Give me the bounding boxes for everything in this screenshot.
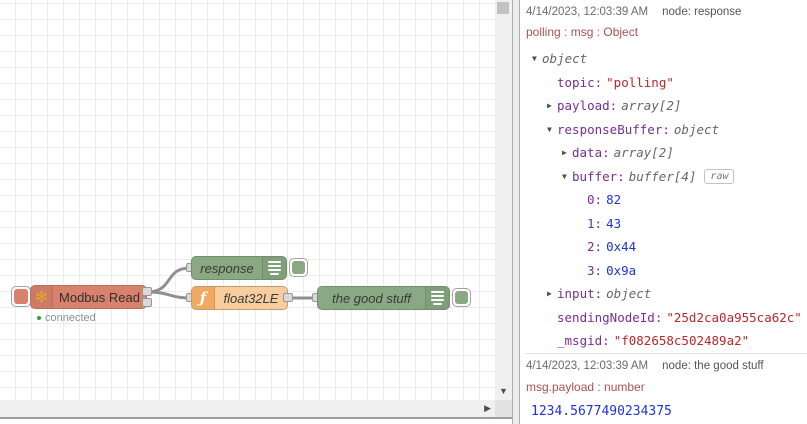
canvas-horizontal-scrollbar[interactable]: ▶ <box>0 400 495 417</box>
response-debug-toggle-button[interactable] <box>289 258 308 277</box>
debug-tree-row: 3: 0x9a <box>525 259 807 283</box>
tree-value: object <box>673 121 720 137</box>
status-ring-icon <box>37 316 41 320</box>
scrollbar-corner <box>495 400 512 417</box>
expander-down-icon[interactable]: ▼ <box>562 172 572 181</box>
tree-key: input: <box>557 286 603 302</box>
modbus-output-port-1[interactable] <box>142 287 152 296</box>
node-label-response: response <box>200 260 254 276</box>
scroll-right-arrow-icon[interactable]: ▶ <box>484 404 491 413</box>
tree-key: data: <box>572 145 610 161</box>
debug-tree: ▼ object topic: "polling" ▶ payload: array[2] ▼… <box>525 47 807 353</box>
tree-value: object <box>542 51 588 67</box>
debug-tree-row: ▼ buffer: buffer[4] raw <box>525 165 807 189</box>
tree-value: array[2] <box>613 145 674 161</box>
tree-value: 82 <box>606 192 622 208</box>
wire-modbus-to-function[interactable] <box>145 290 192 300</box>
node-label-modbus: Modbus Read <box>59 289 140 305</box>
modbus-node-button[interactable] <box>11 286 31 307</box>
function-output-port[interactable] <box>283 293 293 302</box>
tree-key: 1: <box>587 215 603 231</box>
debug-tree-row: ▶ data: array[2] <box>525 141 807 165</box>
debug-source-node-link[interactable]: node: the good stuff <box>662 360 763 372</box>
debug-timestamp: 4/14/2023, 12:03:39 AM <box>526 359 649 372</box>
debug-tree-row: ▼ responseBuffer: object <box>525 118 807 142</box>
modbus-icon-box: ✻ <box>31 286 53 308</box>
scroll-down-arrow-icon[interactable]: ▼ <box>495 387 512 396</box>
goodstuff-debug-toggle-button[interactable] <box>452 288 471 307</box>
debug-source-node-link[interactable]: node: response <box>662 6 741 18</box>
debug-sidebar: 4/14/2023, 12:03:39 AM node: response po… <box>520 0 807 424</box>
modbus-flower-icon: ✻ <box>35 288 48 306</box>
function-f-glyph: ƒ <box>199 289 207 307</box>
debug-topic-line: polling : msg : Object <box>526 25 639 39</box>
node-red-window: ✻ Modbus Read connected response ƒ float… <box>0 0 807 424</box>
debug-tree-row: 0: 82 <box>525 188 807 212</box>
node-modbus-read[interactable]: ✻ Modbus Read <box>30 285 147 309</box>
tree-key: _msgid: <box>557 333 610 349</box>
modbus-node-button-fill <box>14 289 28 304</box>
tree-key: topic: <box>557 74 603 90</box>
debug-tree-row: sendingNodeId: "25d2ca0a955ca62c" <box>525 306 807 330</box>
tree-value: object <box>606 286 652 302</box>
expander-right-icon[interactable]: ▶ <box>547 101 557 110</box>
tree-value: "polling" <box>606 74 674 90</box>
tree-key: 2: <box>587 239 603 255</box>
expander-right-icon[interactable]: ▶ <box>562 148 572 157</box>
flow-canvas[interactable]: ✻ Modbus Read connected response ƒ float… <box>0 0 495 400</box>
modbus-output-port-2[interactable] <box>142 298 152 307</box>
canvas-vertical-scrollbar[interactable]: ▼ <box>495 0 512 400</box>
debug-tree-row: 1: 43 <box>525 212 807 236</box>
debug-icon <box>425 287 449 309</box>
tree-value: 0x44 <box>606 239 637 255</box>
debug-tree-row: ▶ payload: array[2] <box>525 94 807 118</box>
node-response[interactable]: response <box>191 256 287 280</box>
tree-value: buffer[4] <box>628 168 697 184</box>
debug-message-2: 4/14/2023, 12:03:39 AM node: the good st… <box>525 354 807 424</box>
tree-key: 3: <box>587 262 603 278</box>
debug-payload-number: 1234.5677490234375 <box>531 403 672 419</box>
tree-key: responseBuffer: <box>557 121 670 137</box>
wire-modbus-to-response[interactable] <box>145 266 192 294</box>
tree-key: payload: <box>557 98 618 114</box>
tree-value: "f082658c502489a2" <box>613 333 750 349</box>
canvas-bottom-border <box>0 417 512 419</box>
goodstuff-toggle-fill <box>455 291 468 304</box>
status-text: connected <box>45 312 96 324</box>
debug-tree-row: ▼ object <box>525 47 807 71</box>
node-float32le[interactable]: ƒ float32LE <box>191 286 288 310</box>
node-label-float32le: float32LE <box>223 290 279 306</box>
vertical-scrollbar-thumb[interactable] <box>497 2 509 14</box>
sidebar-splitter[interactable] <box>512 0 520 424</box>
debug-tree-row: topic: "polling" <box>525 71 807 95</box>
tree-key: 0: <box>587 192 603 208</box>
debug-message-header: 4/14/2023, 12:03:39 AM node: response <box>525 6 807 22</box>
debug-tree-row: 2: 0x44 <box>525 235 807 259</box>
tree-value: "25d2ca0a955ca62c" <box>666 309 802 325</box>
tree-key: buffer: <box>572 168 625 184</box>
tree-key: sendingNodeId: <box>557 309 663 325</box>
debug-tree-row: _msgid: "f082658c502489a2" <box>525 329 807 353</box>
tree-value: 43 <box>606 215 622 231</box>
response-toggle-fill <box>292 261 305 274</box>
tree-value: 0x9a <box>606 262 637 278</box>
node-the-good-stuff[interactable]: the good stuff <box>317 286 450 310</box>
raw-button[interactable]: raw <box>704 168 735 184</box>
debug-message-header: 4/14/2023, 12:03:39 AM node: the good st… <box>525 360 807 376</box>
modbus-status: connected <box>37 312 96 324</box>
node-label-goodstuff: the good stuff <box>332 290 411 306</box>
wire-layer <box>145 266 319 300</box>
expander-down-icon[interactable]: ▼ <box>547 125 557 134</box>
debug-icon <box>262 257 286 279</box>
debug-message-1: 4/14/2023, 12:03:39 AM node: response po… <box>525 0 807 354</box>
debug-timestamp: 4/14/2023, 12:03:39 AM <box>526 6 649 18</box>
expander-right-icon[interactable]: ▶ <box>547 289 557 298</box>
debug-tree-row: ▶ input: object <box>525 282 807 306</box>
expander-down-icon[interactable]: ▼ <box>532 54 542 63</box>
debug-topic-line: msg.payload : number <box>526 379 645 394</box>
tree-value: array[2] <box>621 98 682 114</box>
function-icon: ƒ <box>192 287 215 309</box>
